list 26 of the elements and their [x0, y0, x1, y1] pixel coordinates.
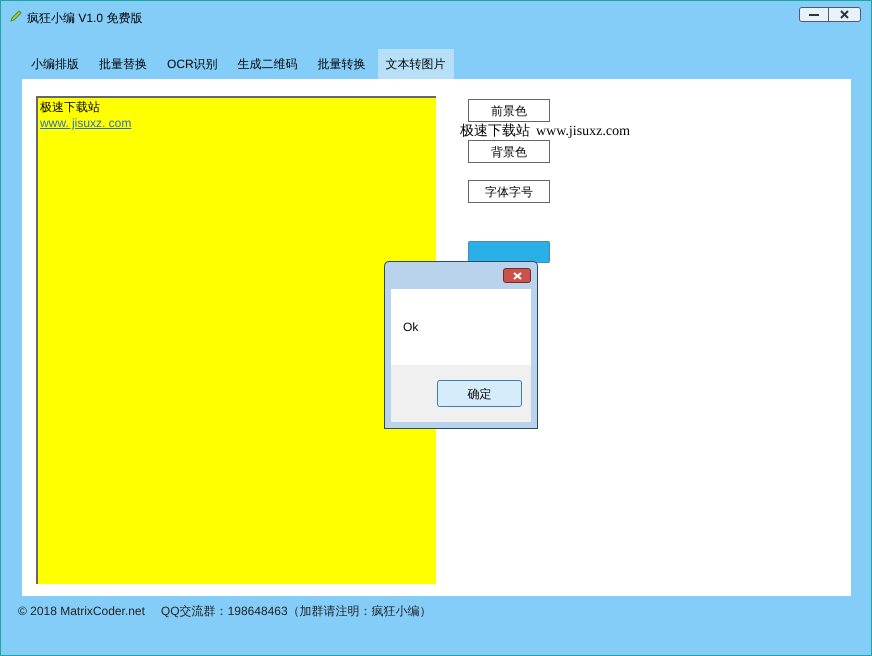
copyright-text: © 2018 MatrixCoder.net — [18, 603, 145, 620]
button[interactable] — [468, 241, 550, 263]
tab[interactable]: 小编排版 — [23, 49, 87, 79]
tab[interactable]: 生成二维码 — [230, 49, 306, 79]
tab[interactable]: 批量替换 — [91, 49, 155, 79]
background-color-button[interactable]: 背景色 — [468, 140, 550, 163]
tab[interactable]: 文本转图片 — [378, 49, 454, 79]
pencil-icon — [9, 9, 23, 23]
minimize-icon — [809, 12, 819, 16]
contact-text: QQ交流群：198648463（加群请注明：疯狂小编） — [160, 603, 432, 620]
link[interactable]: www. jisuxz. com — [40, 115, 132, 131]
foreground-color-button[interactable]: 前景色 — [468, 99, 550, 122]
preview-text: www.jisuxz.com — [536, 122, 630, 140]
close-icon — [840, 10, 849, 19]
minimize-button[interactable] — [799, 7, 829, 22]
editor-line: 极速下载站 — [40, 99, 100, 115]
font-button[interactable]: 字体字号 — [468, 180, 550, 203]
window-title: 疯狂小编 V1.0 免费版 — [27, 10, 142, 27]
close-button[interactable] — [503, 268, 531, 283]
tab[interactable]: OCR识别 — [159, 49, 226, 79]
close-icon — [512, 272, 522, 280]
dialog-message: Ok — [403, 319, 418, 336]
close-button[interactable] — [829, 7, 861, 22]
preview-text: 极速下载站 — [460, 122, 530, 140]
ok-button[interactable]: 确定 — [437, 380, 522, 407]
tab[interactable]: 批量转换 — [310, 49, 374, 79]
